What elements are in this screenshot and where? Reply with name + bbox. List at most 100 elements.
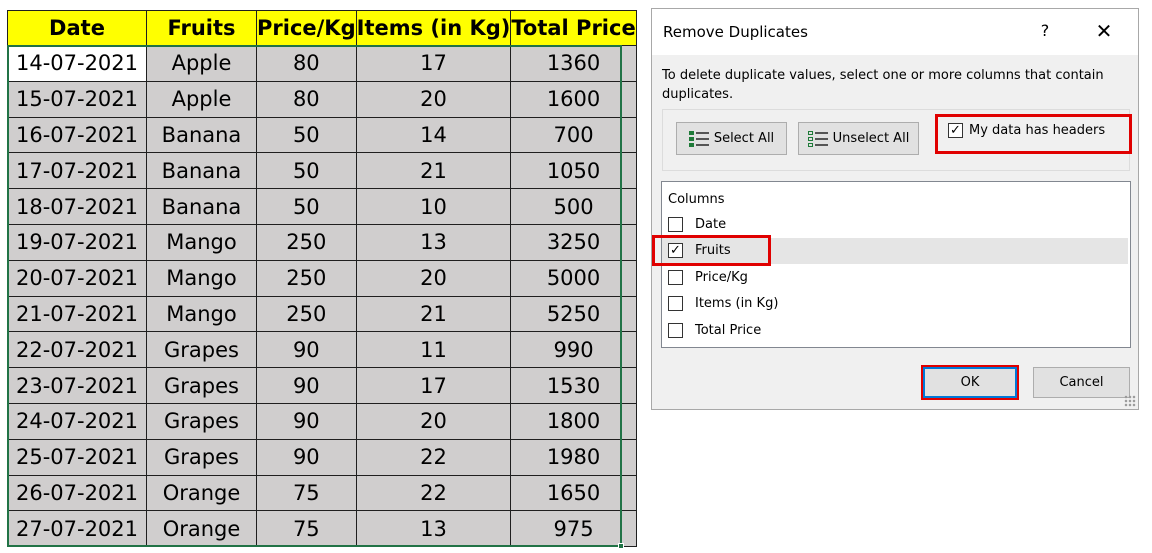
column-checkbox[interactable]: ✓ — [668, 243, 683, 258]
column-header[interactable]: Total Price — [510, 10, 637, 46]
table-cell[interactable]: 80 — [256, 45, 357, 82]
table-cell[interactable]: 19-07-2021 — [7, 223, 147, 261]
column-header[interactable]: Fruits — [146, 10, 257, 46]
table-cell[interactable]: 21 — [355, 152, 512, 190]
table-cell[interactable]: 18-07-2021 — [7, 188, 147, 225]
table-cell[interactable]: 17-07-2021 — [7, 152, 147, 190]
table-cell[interactable]: 1530 — [510, 367, 637, 404]
table-cell[interactable]: 80 — [256, 80, 357, 118]
table-cell[interactable]: 20 — [355, 259, 512, 297]
table-cell[interactable]: Mango — [146, 295, 257, 333]
column-option[interactable]: Total Price — [662, 317, 1128, 343]
column-header[interactable]: Price/Kg — [256, 10, 357, 46]
table-cell[interactable]: 1360 — [510, 45, 637, 82]
cancel-button[interactable]: Cancel — [1033, 367, 1130, 398]
table-cell[interactable]: 50 — [256, 116, 357, 154]
table-cell[interactable]: 20 — [355, 402, 512, 440]
headers-checkbox-row[interactable]: ✓ My data has headers — [948, 123, 1105, 138]
table-cell[interactable]: 1050 — [510, 152, 637, 190]
table-cell[interactable]: 22 — [355, 474, 512, 512]
table-cell[interactable]: 1650 — [510, 474, 637, 512]
table-cell[interactable]: 25-07-2021 — [7, 438, 147, 476]
column-checkbox[interactable] — [668, 216, 683, 232]
table-cell[interactable]: 700 — [510, 116, 637, 154]
column-checkbox[interactable] — [668, 322, 683, 338]
column-option[interactable]: Items (in Kg) — [662, 291, 1128, 317]
table-cell[interactable]: 975 — [510, 510, 637, 548]
table-cell[interactable]: Mango — [146, 223, 257, 261]
column-checkbox[interactable] — [668, 296, 683, 311]
table-cell[interactable]: 5000 — [510, 259, 637, 297]
table-cell[interactable]: 22 — [355, 438, 512, 476]
column-checkbox[interactable] — [668, 269, 683, 285]
table-cell[interactable]: 50 — [256, 152, 357, 190]
table-cell[interactable]: 500 — [510, 188, 637, 225]
fill-handle[interactable] — [618, 543, 624, 549]
close-button[interactable]: ✕ — [1092, 19, 1116, 43]
resize-grip[interactable] — [1124, 395, 1136, 407]
dialog-titlebar[interactable]: Remove Duplicates ? ✕ — [652, 9, 1138, 55]
columns-listbox[interactable]: Columns Date ✓ Fruits Price/Kg Items (in Kg)… — [661, 181, 1131, 348]
table-cell[interactable]: 90 — [256, 438, 357, 476]
table-cell[interactable]: 50 — [256, 188, 357, 225]
table-cell[interactable]: 990 — [510, 331, 637, 369]
table-cell[interactable]: Apple — [146, 45, 257, 82]
headers-checkbox[interactable]: ✓ — [948, 123, 963, 138]
column-header[interactable]: Date — [7, 10, 147, 46]
table-cell[interactable]: 20 — [355, 80, 512, 118]
table-cell[interactable]: Banana — [146, 188, 257, 225]
table-cell[interactable]: 5250 — [510, 295, 637, 333]
table-cell[interactable]: 250 — [256, 223, 357, 261]
table-cell[interactable]: 250 — [256, 295, 357, 333]
table-cell[interactable]: 27-07-2021 — [7, 510, 147, 548]
table-cell[interactable]: 3250 — [510, 223, 637, 261]
table-cell[interactable]: Grapes — [146, 438, 257, 476]
table-cell[interactable]: 22-07-2021 — [7, 331, 147, 369]
column-option[interactable]: Price/Kg — [662, 264, 1128, 290]
table-cell[interactable]: 20-07-2021 — [7, 259, 147, 297]
column-option[interactable]: ✓ Fruits — [662, 237, 1128, 264]
spreadsheet-table: Date Fruits Price/Kg Items (in Kg) Total Pri… — [7, 10, 637, 548]
table-cell[interactable]: 21-07-2021 — [7, 295, 147, 333]
table-cell[interactable]: Banana — [146, 152, 257, 190]
table-cell[interactable]: 15-07-2021 — [7, 80, 147, 118]
table-cell[interactable]: 10 — [355, 188, 512, 225]
table-body: 14-07-2021 Apple 80 17 1360 15-07-2021 Apple 80… — [7, 45, 637, 548]
table-cell[interactable]: Grapes — [146, 402, 257, 440]
table-cell[interactable]: 21 — [355, 295, 512, 333]
table-cell[interactable]: 17 — [355, 367, 512, 404]
table-cell[interactable]: 90 — [256, 367, 357, 404]
table-cell[interactable]: Grapes — [146, 331, 257, 369]
ok-button[interactable]: OK — [923, 367, 1017, 398]
table-cell[interactable]: 1980 — [510, 438, 637, 476]
table-cell[interactable]: 17 — [355, 45, 512, 82]
unselect-all-button[interactable]: Unselect All — [798, 122, 919, 155]
table-cell[interactable]: 75 — [256, 474, 357, 512]
table-cell[interactable]: 26-07-2021 — [7, 474, 147, 512]
table-cell[interactable]: Mango — [146, 259, 257, 297]
table-cell[interactable]: 11 — [355, 331, 512, 369]
table-cell[interactable]: 16-07-2021 — [7, 116, 147, 154]
table-cell[interactable]: 1600 — [510, 80, 637, 118]
table-cell[interactable]: 24-07-2021 — [7, 402, 147, 440]
table-cell[interactable]: 13 — [355, 223, 512, 261]
help-button[interactable]: ? — [1036, 21, 1054, 40]
table-cell[interactable]: 75 — [256, 510, 357, 548]
table-cell[interactable]: 90 — [256, 402, 357, 440]
column-option-label: Items (in Kg) — [695, 296, 779, 311]
table-cell[interactable]: 1800 — [510, 402, 637, 440]
table-cell[interactable]: 13 — [355, 510, 512, 548]
table-cell[interactable]: Banana — [146, 116, 257, 154]
table-cell[interactable]: Grapes — [146, 367, 257, 404]
table-cell[interactable]: Orange — [146, 474, 257, 512]
select-all-button[interactable]: Select All — [676, 122, 787, 155]
table-cell[interactable]: 23-07-2021 — [7, 367, 147, 404]
table-cell[interactable]: 14 — [355, 116, 512, 154]
column-header[interactable]: Items (in Kg) — [355, 10, 512, 46]
table-cell[interactable]: 250 — [256, 259, 357, 297]
table-cell[interactable]: 14-07-2021 — [7, 45, 147, 82]
table-cell[interactable]: 90 — [256, 331, 357, 369]
table-cell[interactable]: Apple — [146, 80, 257, 118]
table-cell[interactable]: Orange — [146, 510, 257, 548]
column-option[interactable]: Date — [662, 211, 1128, 237]
